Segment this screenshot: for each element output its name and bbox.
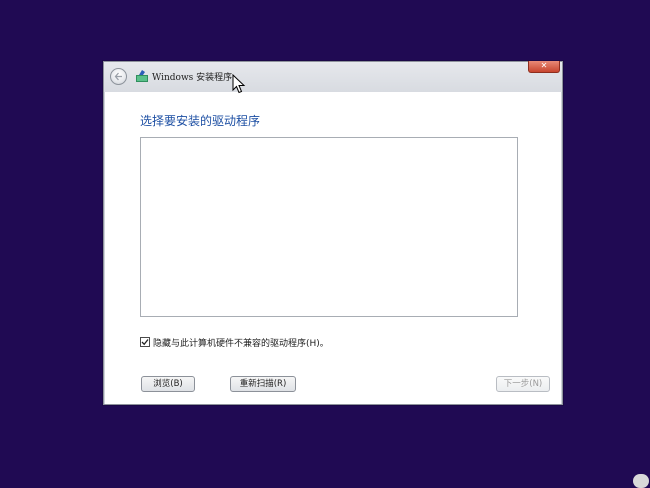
corner-badge	[633, 474, 649, 488]
check-icon	[141, 339, 149, 346]
page-title: 选择要安装的驱动程序	[140, 114, 261, 128]
dialog-content: 选择要安装的驱动程序 隐藏与此计算机硬件不兼容的驱动程序(H)。 浏览(B) 重…	[105, 92, 561, 404]
next-button[interactable]: 下一步(N)	[496, 376, 550, 392]
close-icon: ✕	[540, 61, 548, 70]
browse-button[interactable]: 浏览(B)	[141, 376, 195, 392]
title-bar[interactable]: Windows 安装程序 ✕	[104, 61, 562, 92]
hide-incompatible-checkbox[interactable]	[140, 337, 150, 347]
back-arrow-icon	[114, 72, 122, 81]
hide-incompatible-label[interactable]: 隐藏与此计算机硬件不兼容的驱动程序(H)。	[153, 336, 329, 349]
rescan-button[interactable]: 重新扫描(R)	[230, 376, 296, 392]
driver-list[interactable]	[140, 137, 518, 317]
windows-setup-icon	[136, 70, 148, 82]
mouse-pointer-icon	[232, 74, 246, 94]
back-button[interactable]	[110, 68, 127, 85]
close-button[interactable]: ✕	[528, 61, 560, 73]
setup-dialog: Windows 安装程序 ✕ 选择要安装的驱动程序 隐藏与此计算机硬件不兼容的驱…	[103, 61, 563, 405]
window-title: Windows 安装程序	[152, 73, 233, 83]
